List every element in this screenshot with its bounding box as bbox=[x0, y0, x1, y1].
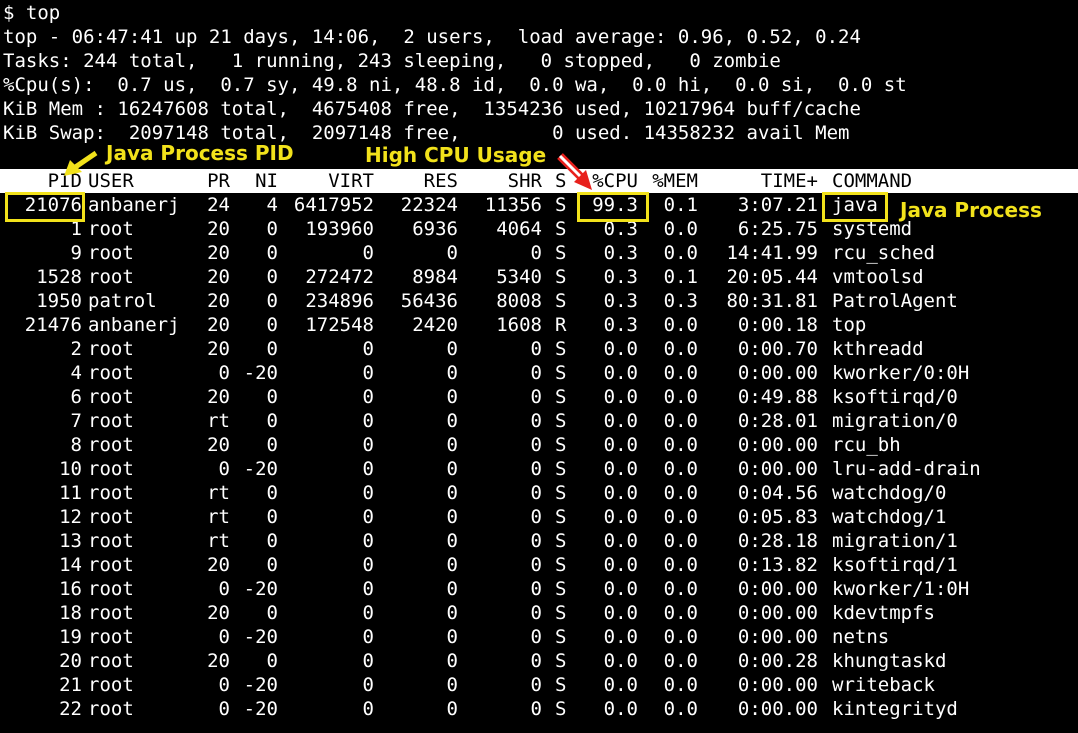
annotation-arrows bbox=[64, 150, 592, 190]
cpu-arrow-icon bbox=[557, 153, 592, 190]
pid-arrow-icon bbox=[64, 150, 98, 176]
